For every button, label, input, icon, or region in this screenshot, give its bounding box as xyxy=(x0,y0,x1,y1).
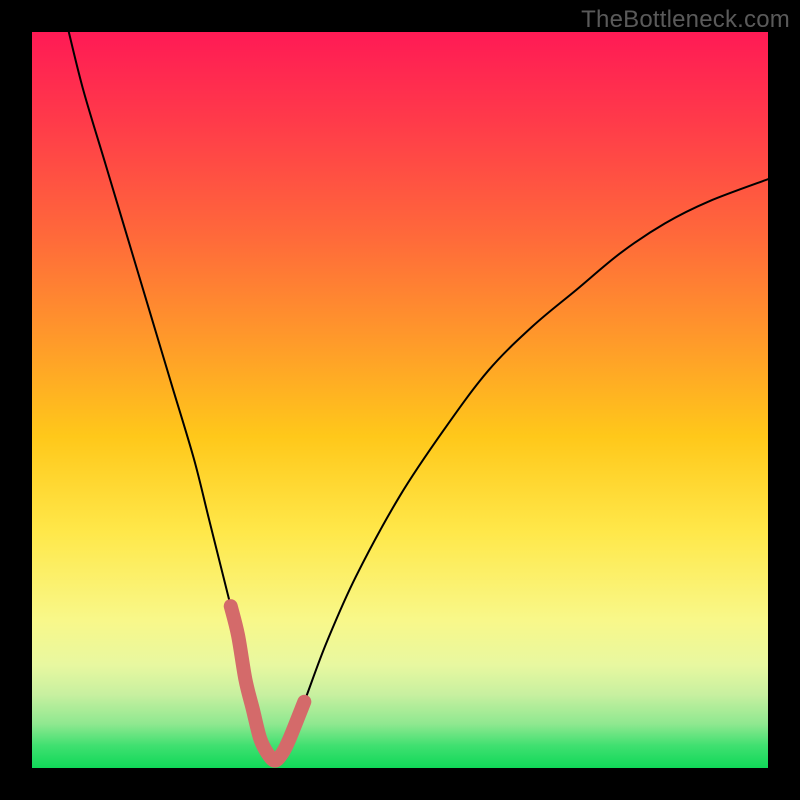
highlight-segment-path xyxy=(231,606,305,761)
bottleneck-curve-path xyxy=(69,32,768,761)
watermark-text: TheBottleneck.com xyxy=(581,6,790,34)
chart-svg xyxy=(32,32,768,768)
plot-area xyxy=(32,32,768,768)
chart-frame: TheBottleneck.com xyxy=(0,0,800,800)
